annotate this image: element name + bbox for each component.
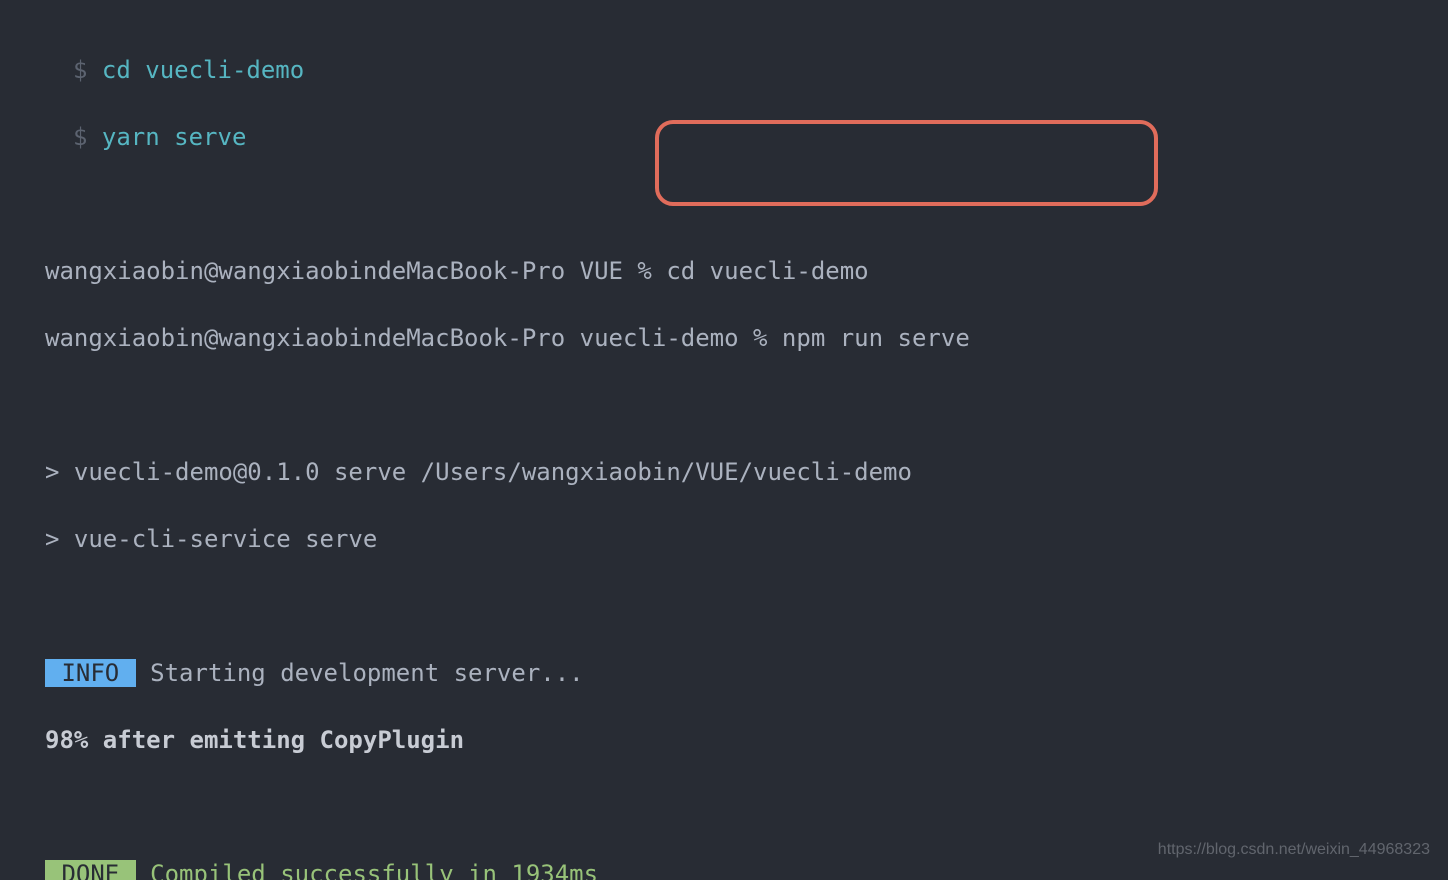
- npm-header-1: > vuecli-demo@0.1.0 serve /Users/wangxia…: [45, 456, 1448, 490]
- shell-command: npm run serve: [782, 324, 970, 352]
- done-message: Compiled successfully in 1934ms: [136, 860, 598, 880]
- info-badge: INFO: [45, 659, 136, 687]
- shell-line-2: wangxiaobin@wangxiaobindeMacBook-Pro vue…: [45, 322, 1448, 356]
- shell-prompt: wangxiaobin@wangxiaobindeMacBook-Pro VUE…: [45, 257, 666, 285]
- info-line: INFO Starting development server...: [45, 657, 1448, 691]
- npm-header-2: > vue-cli-service serve: [45, 523, 1448, 557]
- prompt-dollar: $: [73, 123, 87, 151]
- done-badge: DONE: [45, 860, 136, 880]
- watermark: https://blog.csdn.net/weixin_44968323: [1158, 833, 1430, 867]
- command-text: yarn serve: [102, 123, 247, 151]
- shell-prompt: wangxiaobin@wangxiaobindeMacBook-Pro vue…: [45, 324, 782, 352]
- shell-command: cd vuecli-demo: [666, 257, 868, 285]
- progress-line: 98% after emitting CopyPlugin: [45, 724, 1448, 758]
- doc-cmd-1: $ cd vuecli-demo: [45, 54, 1448, 88]
- doc-cmd-2: $ yarn serve: [45, 121, 1448, 155]
- command-text: cd vuecli-demo: [102, 56, 304, 84]
- info-message: Starting development server...: [136, 659, 584, 687]
- prompt-dollar: $: [73, 56, 87, 84]
- terminal-output[interactable]: $ cd vuecli-demo $ yarn serve wangxiaobi…: [0, 0, 1448, 880]
- shell-line-1: wangxiaobin@wangxiaobindeMacBook-Pro VUE…: [45, 255, 1448, 289]
